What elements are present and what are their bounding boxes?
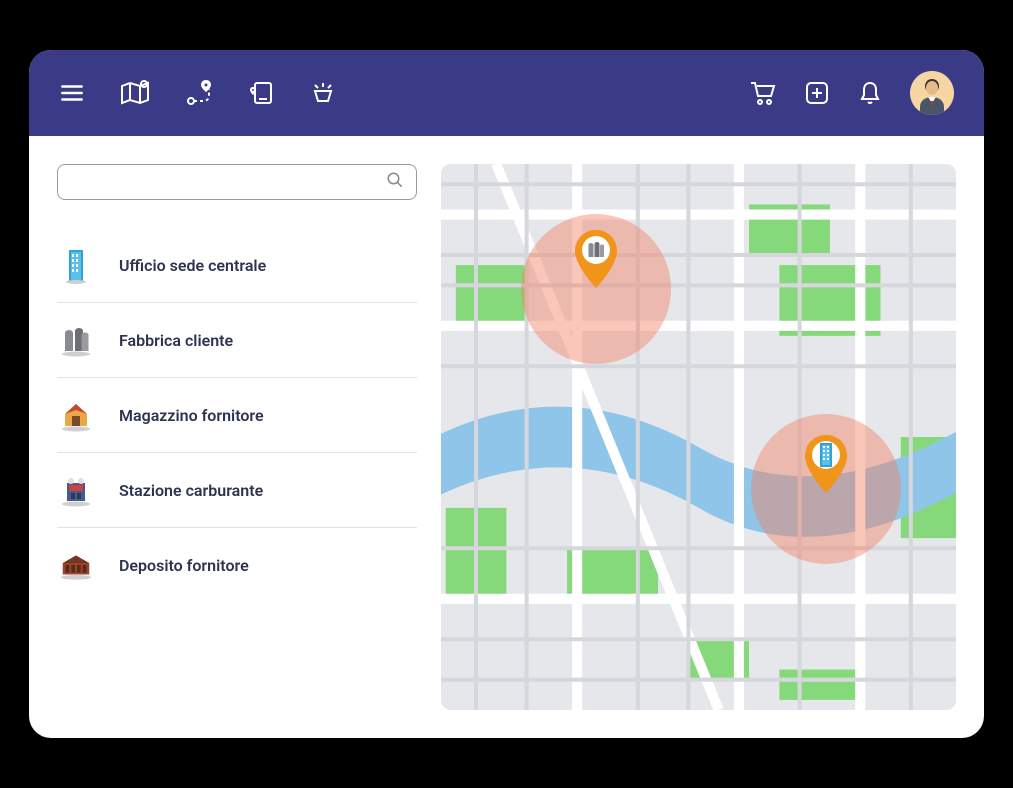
map-pin-office[interactable] [801,433,851,499]
list-item[interactable]: Fabbrica cliente [57,303,417,378]
cart-icon[interactable] [748,80,776,106]
menu-icon[interactable] [59,80,85,106]
user-avatar[interactable] [910,71,954,115]
list-item-label: Fabbrica cliente [119,331,233,350]
map-icon[interactable] [119,79,151,107]
nav-left [59,79,337,107]
location-search-icon[interactable] [247,79,275,107]
list-item[interactable]: Ufficio sede centrale [57,228,417,303]
search-icon [386,171,404,193]
navbar [29,50,984,136]
list-item-label: Magazzino fornitore [119,406,264,425]
route-icon[interactable] [185,79,213,107]
bell-icon[interactable] [858,80,882,106]
list-item[interactable]: Stazione carburante [57,453,417,528]
list-item-label: Ufficio sede centrale [119,256,266,275]
office-building-icon [57,246,95,284]
add-icon[interactable] [804,80,830,106]
map[interactable] [441,164,956,710]
alert-icon[interactable] [309,79,337,107]
location-list: Ufficio sede centrale Fabbrica cliente M… [57,228,417,602]
list-item-label: Stazione carburante [119,481,263,500]
depot-icon [57,546,95,584]
search-input[interactable] [70,174,386,190]
search-box[interactable] [57,164,417,200]
map-pin-factory[interactable] [571,228,621,294]
list-item-label: Deposito fornitore [119,556,249,575]
sidebar: Ufficio sede centrale Fabbrica cliente M… [57,164,417,710]
warehouse-icon [57,396,95,434]
app-window: Ufficio sede centrale Fabbrica cliente M… [29,50,984,738]
fuel-station-icon [57,471,95,509]
content: Ufficio sede centrale Fabbrica cliente M… [29,136,984,738]
list-item[interactable]: Magazzino fornitore [57,378,417,453]
nav-right [748,71,954,115]
list-item[interactable]: Deposito fornitore [57,528,417,602]
factory-icon [57,321,95,359]
